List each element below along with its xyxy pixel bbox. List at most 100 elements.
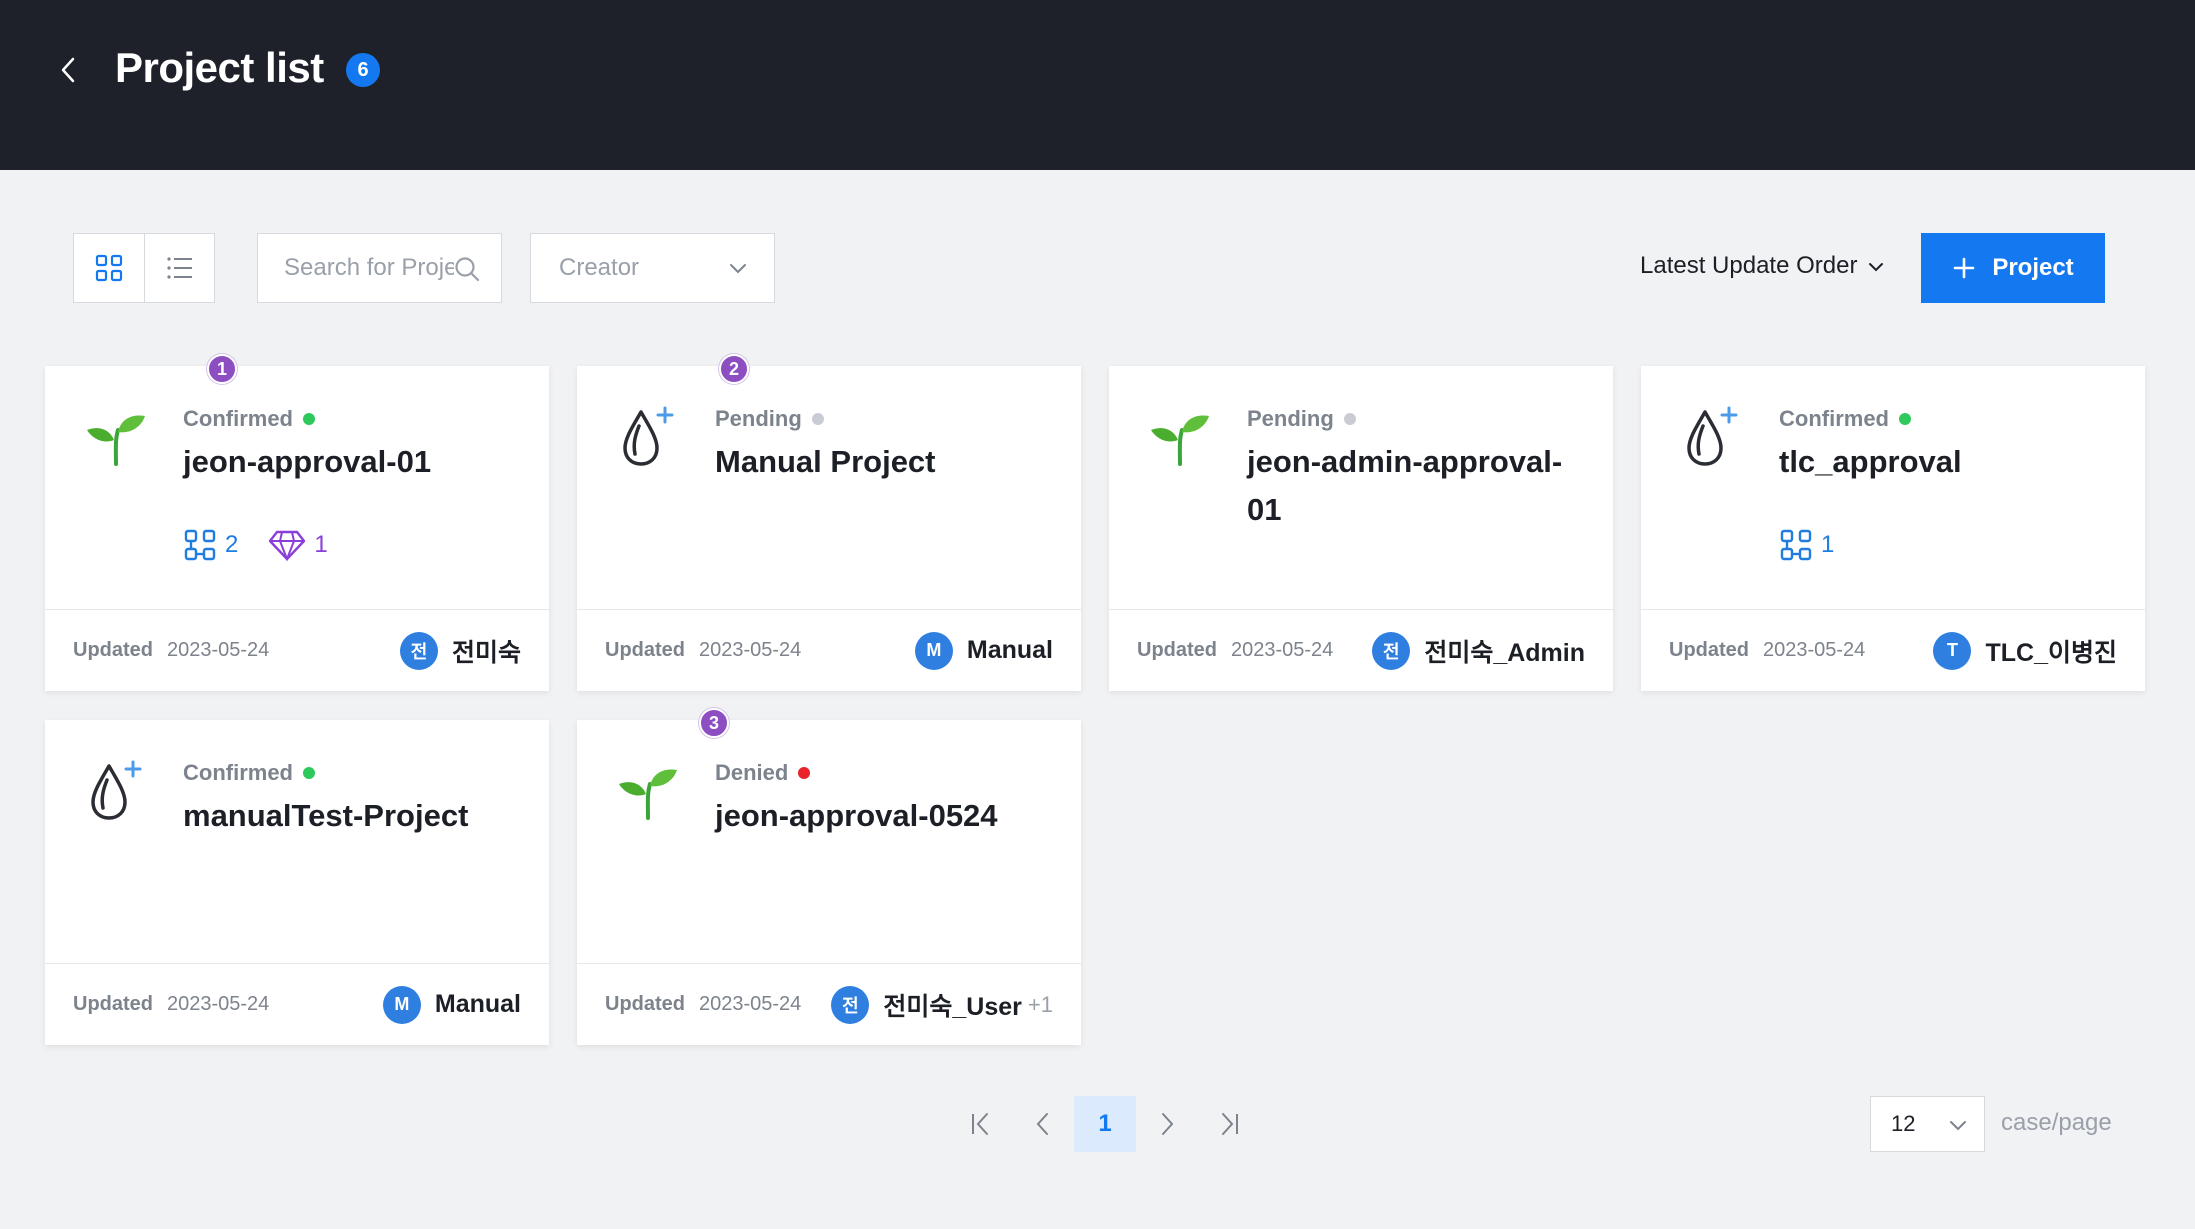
project-card[interactable]: Pending 2 Manual Project Updated 2023-05-24 M… [577, 354, 1081, 691]
diamond-icon [269, 530, 306, 561]
status-label: Confirmed [183, 406, 315, 432]
updated-date: 2023-05-24 [1763, 639, 1866, 661]
avatar: M [914, 631, 953, 670]
creator: 전 전미숙_User +1 [831, 985, 1053, 1024]
status-dot [811, 413, 824, 425]
prev-page-button[interactable] [1012, 1096, 1074, 1152]
creator-name: TLC_이병진 [1985, 638, 2117, 667]
updated-label: Updated [605, 639, 685, 661]
add-project-label: Project [1992, 254, 2074, 281]
drop-sparkle-icon [1679, 404, 1743, 468]
status-label: Denied [715, 760, 811, 786]
project-card[interactable]: Confirmed manualTest-Project Updated 2023-0… [45, 720, 549, 1045]
add-project-button[interactable]: Project [1921, 233, 2105, 303]
sprout-icon [83, 404, 147, 468]
first-page-button[interactable] [950, 1096, 1012, 1152]
card-footer: Updated 2023-05-24 전 전미숙 [45, 609, 549, 691]
updated-label: Updated [605, 993, 685, 1015]
last-page-icon [1222, 1113, 1238, 1135]
status-text: Pending [1247, 406, 1334, 431]
status-text: Pending [715, 406, 802, 431]
status-label: Confirmed [183, 760, 315, 786]
updated-date: 2023-05-24 [1231, 639, 1334, 661]
next-page-button[interactable] [1136, 1096, 1198, 1152]
project-name: jeon-admin-approval-01 [1247, 444, 1563, 527]
status-text: Confirmed [183, 760, 293, 785]
page-number-button[interactable]: 1 [1074, 1096, 1136, 1152]
updated-date: 2023-05-24 [699, 993, 802, 1015]
project-stats: 21 [183, 528, 358, 562]
project-card[interactable]: Confirmed 1 jeon-approval-01 2 1 Updated 2023-… [45, 354, 549, 691]
gem-count: 1 [268, 529, 328, 561]
sprout-icon [615, 758, 679, 822]
creator: M Manual [914, 631, 1053, 670]
view-toggle [73, 233, 215, 303]
card-footer: Updated 2023-05-24 전 전미숙_User +1 [577, 963, 1081, 1045]
back-button[interactable] [48, 50, 88, 90]
nodes-icon [1780, 529, 1812, 561]
plus-icon [1954, 257, 1975, 279]
card-footer: Updated 2023-05-24 M Manual [45, 963, 549, 1045]
search-box [257, 233, 502, 303]
status-dot [1899, 413, 1911, 425]
sort-order-select[interactable]: Latest Update Order [1640, 246, 1885, 286]
status-dot [303, 413, 315, 425]
notification-badge: 2 [719, 354, 749, 384]
status-dot [1343, 413, 1356, 425]
status-label: Pending [715, 406, 824, 432]
chevron-left-icon [1036, 1113, 1048, 1135]
project-name: tlc_approval [1779, 444, 1962, 479]
model-count-value: 2 [225, 531, 239, 558]
sort-order-label: Latest Update Order [1640, 252, 1858, 279]
sprout-icon [1147, 404, 1211, 468]
status-text: Confirmed [1779, 406, 1889, 431]
drop-sparkle-icon [615, 404, 679, 468]
avatar: 전 [399, 631, 438, 670]
project-card[interactable]: Pending jeon-admin-approval-01 Updated 2023… [1109, 366, 1613, 691]
page-title: Project list [115, 44, 324, 91]
status-label: Pending [1247, 406, 1356, 432]
chevron-down-icon [1869, 263, 1884, 272]
status-dot [798, 767, 811, 779]
last-page-button[interactable] [1198, 1096, 1260, 1152]
updated-label: Updated [73, 993, 153, 1015]
notification-badge: 3 [699, 708, 729, 738]
project-stats: 1 [1779, 528, 1864, 562]
search-icon[interactable] [453, 255, 481, 283]
avatar: 전 [1372, 631, 1411, 670]
card-footer: Updated 2023-05-24 M Manual [577, 609, 1081, 691]
card-footer: Updated 2023-05-24 T TLC_이병진 [1641, 609, 2145, 691]
status-dot [303, 767, 315, 779]
project-card[interactable]: Denied 3 jeon-approval-0524 Updated 2023-05-… [577, 708, 1081, 1045]
creator-filter-select[interactable]: Creator [530, 233, 775, 303]
creator-name: 전미숙 [451, 638, 521, 667]
first-page-icon [972, 1113, 988, 1135]
extra-creators-count: +1 [1027, 991, 1053, 1017]
project-name: Manual Project [715, 444, 936, 479]
updated-label: Updated [1669, 639, 1749, 661]
project-name: jeon-approval-0524 [715, 798, 998, 833]
project-card[interactable]: Confirmed tlc_approval 1 Updated 2023-05-24 T… [1641, 366, 2145, 691]
status-text: Denied [715, 760, 789, 785]
grid-view-button[interactable] [74, 234, 144, 302]
page-size-label: case/page [2001, 1109, 2112, 1136]
chevron-right-icon [1162, 1113, 1174, 1135]
chevron-down-icon [1950, 1121, 1966, 1131]
list-view-button[interactable] [144, 234, 214, 302]
creator-name: Manual [434, 990, 521, 1018]
drop-sparkle-icon [83, 758, 147, 822]
project-name: jeon-approval-01 [183, 444, 432, 479]
creator: 전 전미숙 [399, 631, 521, 670]
list-icon [166, 257, 192, 279]
creator-name: 전미숙_User [883, 992, 1022, 1021]
model-count: 1 [1779, 528, 1834, 562]
updated-date: 2023-05-24 [167, 639, 270, 661]
creator: 전 전미숙_Admin [1372, 631, 1585, 670]
search-input[interactable] [284, 254, 454, 282]
pagination: 1 [950, 1096, 1260, 1152]
page-size-select[interactable]: 12 [1870, 1096, 1985, 1152]
project-count-badge: 6 [346, 53, 380, 87]
notification-badge: 1 [207, 354, 237, 384]
status-text: Confirmed [183, 406, 293, 431]
page-size-value: 12 [1891, 1111, 1916, 1136]
